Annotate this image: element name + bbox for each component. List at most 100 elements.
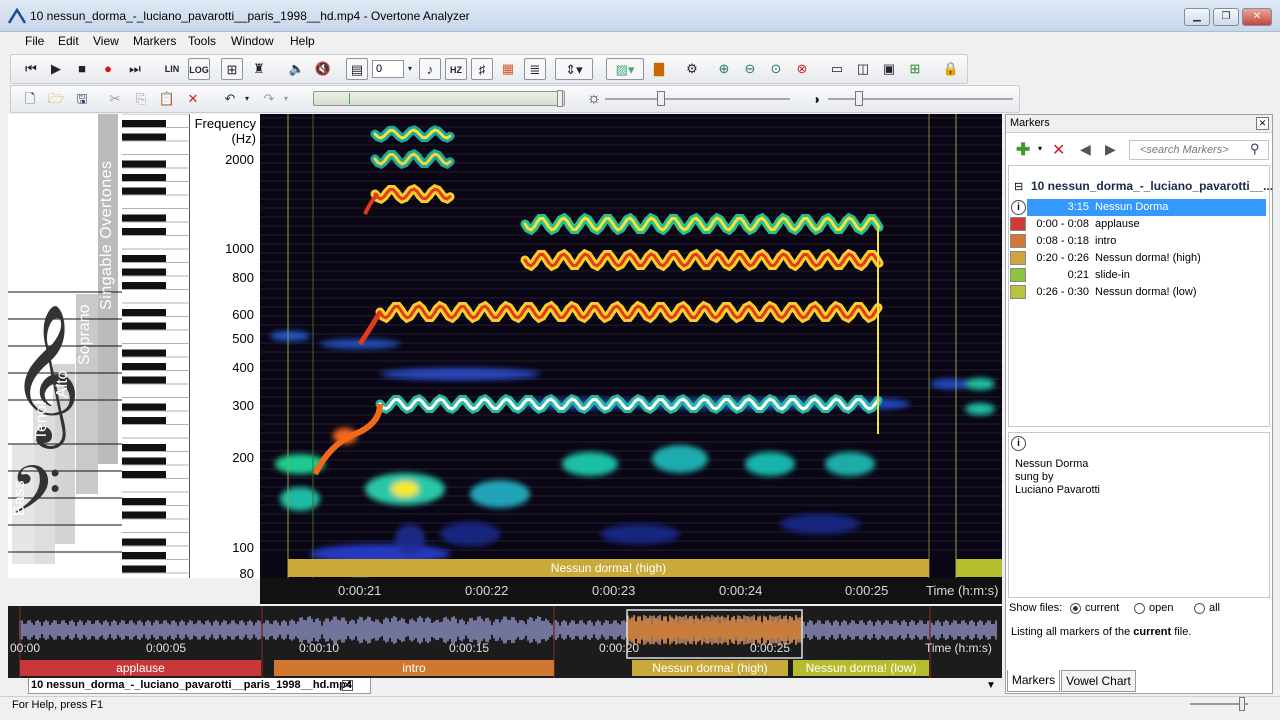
marker-time[interactable]: 3:15 [1027,199,1089,216]
zoom-reset-icon[interactable]: ⊗ [791,58,813,80]
settings-gear-icon[interactable]: ⚙ [681,58,703,80]
add-marker-icon[interactable]: ✚ [1016,140,1030,160]
previous-marker-icon[interactable]: ◀ [1080,141,1091,158]
copy-icon[interactable]: ⎘ [130,88,152,110]
marker-label[interactable]: intro [1095,233,1265,250]
marker-bar-next[interactable] [956,559,1002,577]
menu-file[interactable]: File [25,34,44,48]
spectrum-view-icon[interactable]: ▨▾ [606,58,644,80]
color-map-icon[interactable]: ▦ [497,58,519,80]
close-panel-icon[interactable]: ✕ [1256,117,1269,130]
undo-icon[interactable]: ↶ [219,88,241,110]
radio-open[interactable] [1134,603,1145,614]
marker-label[interactable]: slide-in [1095,267,1265,284]
brightness-slider-thumb[interactable] [657,91,665,106]
bar-chart-icon[interactable]: ▇ [648,58,670,80]
stop-icon[interactable]: ■ [71,58,93,80]
tab-markers[interactable]: Markers [1007,670,1060,692]
horizontal-split-icon[interactable]: ▭ [826,58,848,80]
radio-all[interactable] [1194,603,1205,614]
markers-search-input[interactable]: <search Markers> [1129,140,1269,160]
volume-icon[interactable]: 🔈 [286,58,308,80]
overview-segment-high[interactable]: Nessun dorma! (high) [632,660,788,676]
counter-spin-icon[interactable]: ▾ [404,58,416,80]
overview-segment-intro[interactable]: intro [274,660,554,676]
marker-label[interactable]: Nessun dorma! (high) [1095,250,1265,267]
open-folder-icon[interactable]: 🗁 [45,88,67,110]
play-icon[interactable]: ▶ [45,58,67,80]
zoom-out-icon[interactable]: ⊖ [739,58,761,80]
document-tab[interactable]: 10 nessun_dorma_-_luciano_pavarotti__par… [28,678,371,694]
radio-open-label[interactable]: open [1149,602,1173,614]
marker-label[interactable]: applause [1095,216,1265,233]
close-tab-icon[interactable]: ✕ [342,680,353,691]
marker-time[interactable]: 0:26 - 0:30 [1027,284,1089,301]
menu-window[interactable]: Window [231,34,274,48]
record-icon[interactable]: ● [97,58,119,80]
radio-current-label[interactable]: current [1085,602,1119,614]
save-icon[interactable]: 🖫 [71,88,93,110]
overtone-filter-icon[interactable]: ♜ [248,58,270,80]
redo-dropdown-icon[interactable]: ▾ [280,88,292,110]
sharp-icon[interactable]: ♯ [471,58,493,80]
tab-vowel-chart[interactable]: Vowel Chart [1061,670,1136,692]
panel-icon[interactable]: ▣ [878,58,900,80]
cut-icon[interactable]: ✂ [104,88,126,110]
overview-segment-applause[interactable]: applause [20,660,261,676]
menu-view[interactable]: View [93,34,119,48]
overview-segment-low[interactable]: Nessun dorma! (low) [793,660,929,676]
marker-label[interactable]: Nessun Dorma [1095,199,1265,216]
menu-edit[interactable]: Edit [58,34,79,48]
skip-forward-icon[interactable]: ⏭ [124,58,146,80]
search-icon[interactable]: ⚲ [1250,141,1260,157]
tab-list-icon[interactable]: ▼ [986,680,996,691]
skip-back-icon[interactable]: ⏮ [20,58,42,80]
harmonic-menu-icon[interactable]: ⇕▾ [555,58,593,80]
menu-tools[interactable]: Tools [188,34,216,48]
collapse-group-icon[interactable]: ⊟ [1014,180,1023,193]
zoom-fit-icon[interactable]: ⊙ [765,58,787,80]
log-scale-button[interactable]: LOG [188,58,210,80]
spectrogram[interactable]: Nessun dorma! (high) [260,114,1002,594]
counter-input[interactable]: 0 [372,60,404,78]
lin-scale-button[interactable]: LIN [161,58,183,80]
radio-current[interactable] [1070,603,1081,614]
vertical-split-icon[interactable]: ◫ [852,58,874,80]
contrast-slider-thumb[interactable] [855,91,863,106]
redo-icon[interactable]: ↷ [258,88,280,110]
piano-keyboard[interactable] [122,113,190,578]
layout-icon[interactable]: ⊞ [221,58,243,80]
next-marker-icon[interactable]: ▶ [1105,141,1116,158]
radio-all-label[interactable]: all [1209,602,1220,614]
zoom-in-icon[interactable]: ⊕ [713,58,735,80]
playback-position-bar[interactable] [313,91,565,106]
add-marker-dropdown-icon[interactable]: ▾ [1038,144,1042,153]
marker-time[interactable]: 0:08 - 0:18 [1027,233,1089,250]
marker-file-group[interactable]: 10 nessun_dorma_-_luciano_pavarotti__... [1031,179,1273,193]
position-handle[interactable] [557,90,563,107]
delete-marker-icon[interactable]: ✕ [1052,140,1065,160]
counter-icon[interactable]: ▤ [346,58,368,80]
note-icon[interactable]: ♪ [419,58,441,80]
add-panel-icon[interactable]: ⊞ [904,58,926,80]
menu-markers[interactable]: Markers [133,34,176,48]
hz-button[interactable]: HZ [445,58,467,80]
maximize-button[interactable]: ❐ [1213,8,1239,26]
delete-icon[interactable]: ✕ [182,88,204,110]
menu-help[interactable]: Help [290,34,315,48]
lock-icon[interactable]: 🔒 [940,58,962,80]
close-window-button[interactable]: ✕ [1242,8,1272,26]
paste-icon[interactable]: 📋 [156,88,178,110]
marker-time[interactable]: 0:00 - 0:08 [1027,216,1089,233]
status-slider-thumb[interactable] [1239,697,1245,711]
new-file-icon[interactable]: 🗋 [19,88,41,110]
minimize-button[interactable]: ▁ [1184,8,1210,26]
mute-icon[interactable]: 🔇 [312,58,334,80]
marker-label[interactable]: Nessun dorma! (low) [1095,284,1265,301]
marker-time[interactable]: 0:20 - 0:26 [1027,250,1089,267]
grid-lines-icon[interactable]: ≣ [524,58,546,80]
brightness-slider-track[interactable] [605,98,790,100]
marker-bar[interactable]: Nessun dorma! (high) [288,559,929,577]
marker-time[interactable]: 0:21 [1027,267,1089,284]
undo-dropdown-icon[interactable]: ▾ [241,88,253,110]
